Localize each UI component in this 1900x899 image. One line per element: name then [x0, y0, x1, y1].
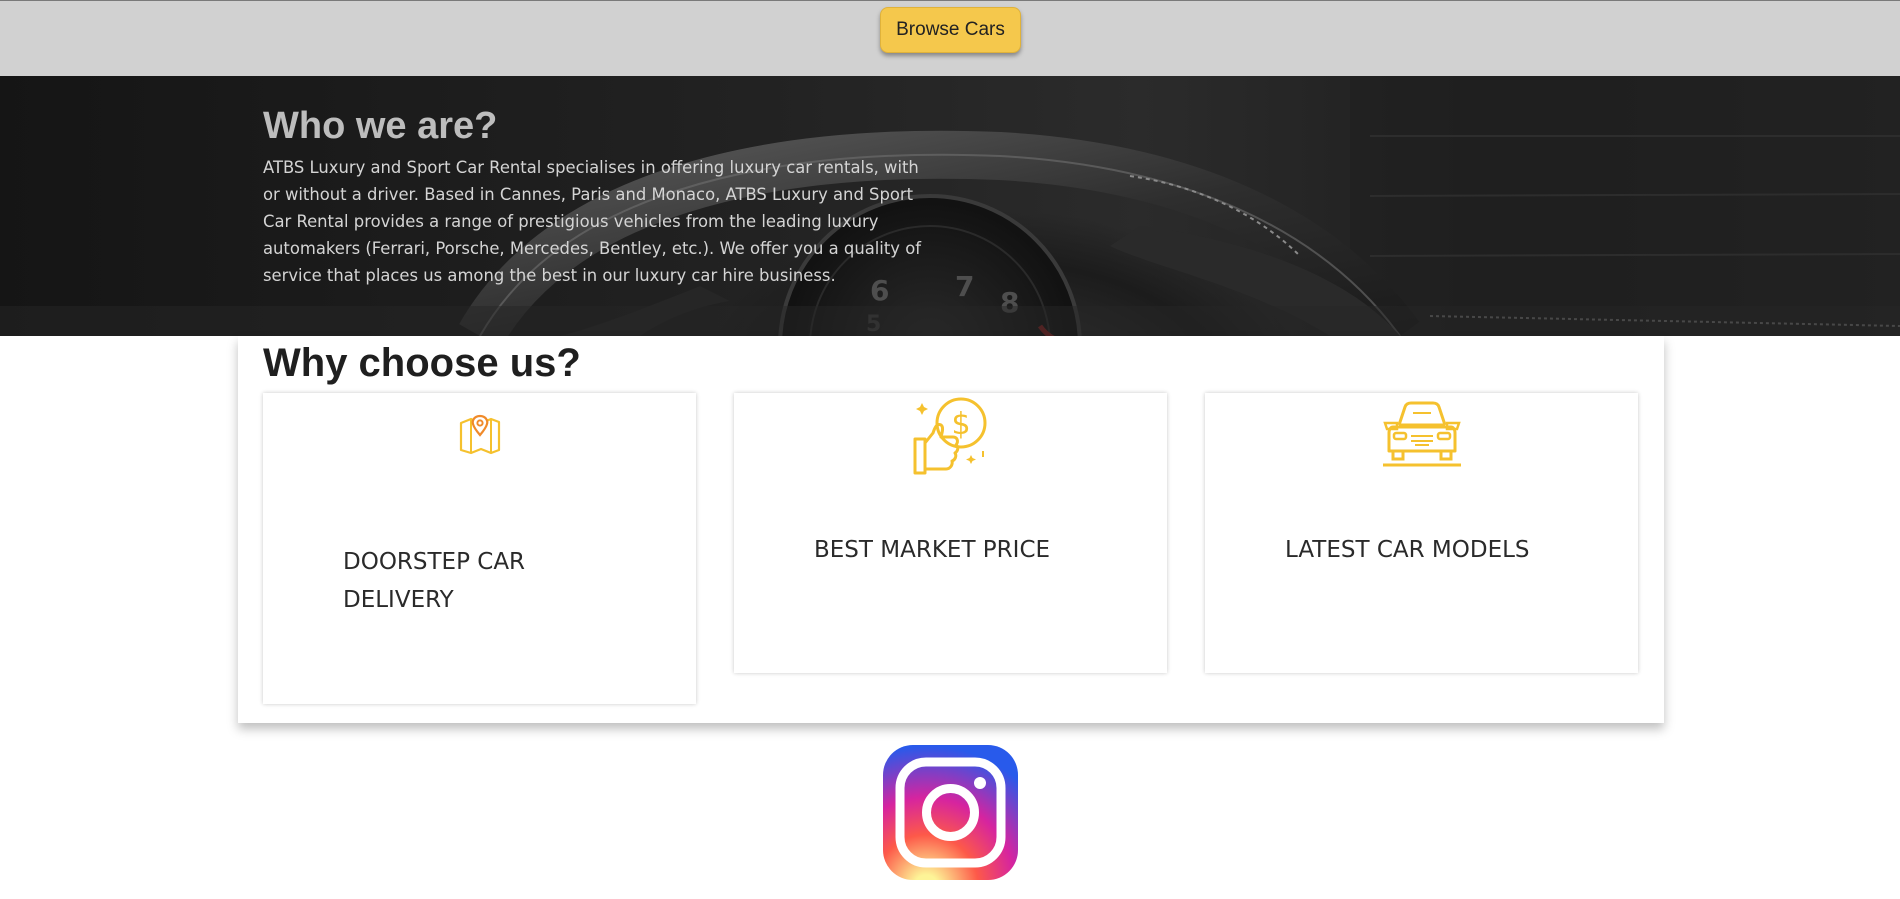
- thumbs-up-dollar-icon: $: [913, 397, 987, 475]
- gauge-number: 7: [955, 270, 974, 303]
- car-front-icon: [1383, 401, 1461, 467]
- feature-label: BEST MARKET PRICE: [814, 537, 1051, 563]
- hero-description: ATBS Luxury and Sport Car Rental special…: [263, 158, 921, 285]
- why-choose-us-section: Why choose us? DOORSTEP CAR DELIVERY $ B…: [238, 336, 1664, 723]
- instagram-icon[interactable]: [883, 745, 1018, 880]
- feature-card-models: LATEST CAR MODELS: [1205, 393, 1638, 673]
- why-title: Why choose us?: [263, 341, 581, 385]
- map-pin-icon: [459, 414, 501, 455]
- top-bar: Browse Cars: [0, 0, 1900, 76]
- feature-label: LATEST CAR MODELS: [1285, 537, 1530, 563]
- hero-content: Who we are? ATBS Luxury and Sport Car Re…: [263, 104, 933, 289]
- hero-section: 6 7 8 5 Who we are? ATBS Luxury and Spor…: [0, 76, 1900, 336]
- hero-title: Who we are?: [263, 105, 498, 147]
- feature-card-price: $ BEST MARKET PRICE: [734, 393, 1167, 673]
- feature-label: DOORSTEP CAR DELIVERY: [343, 549, 526, 613]
- feature-card-doorstep: DOORSTEP CAR DELIVERY: [263, 393, 696, 704]
- browse-cars-button[interactable]: Browse Cars: [880, 7, 1021, 53]
